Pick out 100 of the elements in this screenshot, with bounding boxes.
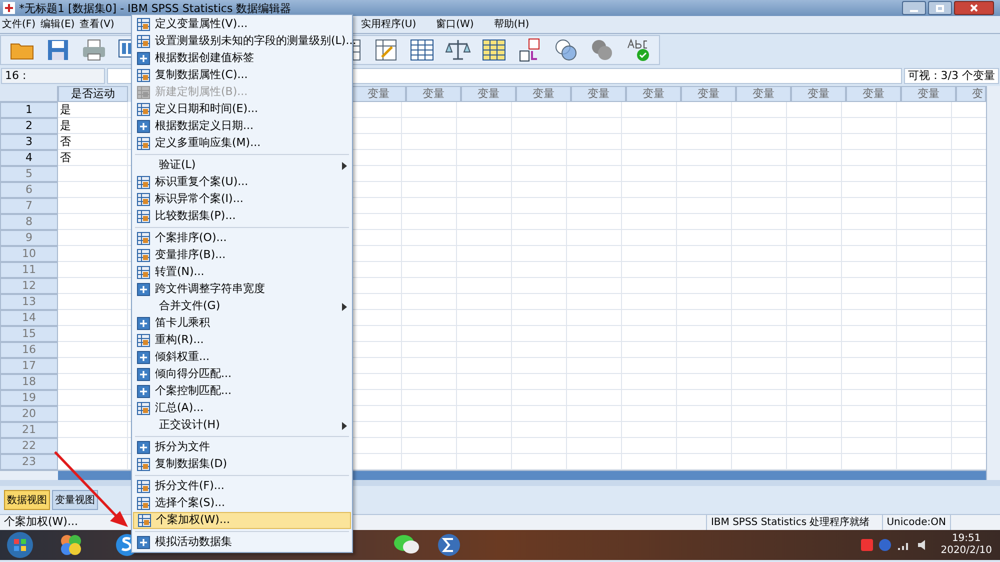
- column-header[interactable]: 变量: [351, 86, 406, 102]
- menu-option[interactable]: 个案控制匹配...: [133, 383, 351, 400]
- vertical-scrollbar[interactable]: [986, 86, 1000, 480]
- table-cell: [58, 438, 128, 454]
- view-tab[interactable]: 数据视图: [4, 490, 50, 510]
- menu-option[interactable]: 倾斜权重...: [133, 349, 351, 366]
- input-method-icon[interactable]: [860, 539, 873, 551]
- restore-button[interactable]: [928, 1, 952, 15]
- menu-option[interactable]: 复制数据属性(C)...: [133, 67, 351, 84]
- plus-icon: [137, 441, 150, 454]
- table-cell: [58, 198, 128, 214]
- table-icon: [137, 497, 150, 510]
- plus-icon: [137, 351, 150, 364]
- start-icon[interactable]: [6, 531, 34, 559]
- menu-option[interactable]: 倾向得分匹配...: [133, 366, 351, 383]
- menu-option[interactable]: 标识重复个案(U)...: [133, 174, 351, 191]
- menu-option[interactable]: 验证(L): [133, 157, 351, 174]
- menu-option[interactable]: 定义日期和时间(E)...: [133, 101, 351, 118]
- menu-option[interactable]: 选择个案(S)...: [133, 495, 351, 512]
- cell-reference: 16 :: [1, 68, 105, 84]
- close-button[interactable]: [954, 1, 994, 15]
- menu-option[interactable]: 个案加权(W)...: [133, 512, 351, 529]
- view-tab[interactable]: 变量视图: [52, 490, 98, 510]
- column-header[interactable]: 是否运动: [58, 86, 128, 102]
- menu-option[interactable]: 正交设计(H): [133, 417, 351, 434]
- row-number[interactable]: 1: [0, 102, 58, 118]
- row-number[interactable]: 3: [0, 134, 58, 150]
- table-icon: [137, 480, 150, 493]
- table-cell: [58, 214, 128, 230]
- table-cell: [58, 166, 128, 182]
- column-header[interactable]: 变量: [791, 86, 846, 102]
- table-icon: [137, 18, 150, 31]
- table-cell: 是: [58, 102, 128, 118]
- circles-icon[interactable]: [553, 37, 579, 63]
- column-header[interactable]: 变量: [626, 86, 681, 102]
- menu-option[interactable]: 汇总(A)...: [133, 400, 351, 417]
- table-cell: [58, 358, 128, 374]
- grid-icon[interactable]: [373, 37, 399, 63]
- table-icon: [137, 402, 150, 415]
- table-icon: [137, 249, 150, 262]
- table-cell: [58, 182, 128, 198]
- table-icon[interactable]: [409, 37, 435, 63]
- menu-option[interactable]: 根据数据创建值标签: [133, 50, 351, 67]
- table-icon: [137, 176, 150, 189]
- column-header[interactable]: 变量: [901, 86, 956, 102]
- menu-option[interactable]: 笛卡儿乘积: [133, 315, 351, 332]
- menu-option[interactable]: 根据数据定义日期...: [133, 118, 351, 135]
- menu-option[interactable]: 转置(N)...: [133, 264, 351, 281]
- menu-option[interactable]: 变量排序(B)...: [133, 247, 351, 264]
- save-icon[interactable]: [45, 37, 71, 63]
- menu-item[interactable]: 实用程序(U): [357, 17, 420, 32]
- column-header[interactable]: 变量: [461, 86, 516, 102]
- minimize-button[interactable]: [902, 1, 926, 15]
- menu-option[interactable]: 重构(R)...: [133, 332, 351, 349]
- row-number[interactable]: 4: [0, 150, 58, 166]
- scale-icon[interactable]: [445, 37, 471, 63]
- menu-option[interactable]: 合并文件(G): [133, 298, 351, 315]
- table-icon[interactable]: [481, 37, 507, 63]
- pinwheel-icon[interactable]: [58, 532, 84, 558]
- menu-item[interactable]: 编辑(E): [38, 17, 77, 32]
- table-cell: [58, 310, 128, 326]
- table-cell: [58, 294, 128, 310]
- table-cell: [58, 374, 128, 390]
- status-text: 个案加权(W)...: [3, 514, 79, 530]
- plus-icon: [137, 317, 150, 330]
- print-icon[interactable]: [81, 37, 107, 63]
- menu-option[interactable]: 标识异常个案(I)...: [133, 191, 351, 208]
- menu-item[interactable]: 查看(V): [78, 17, 116, 32]
- menu-option[interactable]: 拆分为文件: [133, 439, 351, 456]
- table-cell: [58, 342, 128, 358]
- plus-icon: [137, 283, 150, 296]
- menu-item[interactable]: 帮助(H): [490, 17, 534, 32]
- menu-option[interactable]: 拆分文件(F)...: [133, 478, 351, 495]
- column-header[interactable]: 变量: [681, 86, 736, 102]
- row-number[interactable]: 2: [0, 118, 58, 134]
- table-icon: [137, 266, 150, 279]
- column-header[interactable]: 变量: [406, 86, 461, 102]
- circles-icon[interactable]: [589, 37, 615, 63]
- menu-item[interactable]: 文件(F): [0, 17, 38, 32]
- table-icon: [137, 193, 150, 206]
- menu-option[interactable]: 模拟活动数据集: [133, 534, 351, 551]
- submenu-arrow-icon: [342, 422, 347, 430]
- menu-option[interactable]: 定义变量属性(V)...: [133, 16, 351, 33]
- column-header[interactable]: 变量: [516, 86, 571, 102]
- column-header[interactable]: 变: [956, 86, 986, 102]
- submenu-arrow-icon: [342, 302, 347, 310]
- table-icon: [138, 514, 151, 527]
- column-header[interactable]: 变量: [846, 86, 901, 102]
- column-header[interactable]: 变量: [736, 86, 791, 102]
- close-icon: [970, 4, 978, 12]
- menu-option[interactable]: 复制数据集(D): [133, 456, 351, 473]
- menu-option[interactable]: 比较数据集(P)...: [133, 208, 351, 225]
- spellcheck-icon[interactable]: [625, 37, 651, 63]
- menu-option[interactable]: 跨文件调整字符串宽度: [133, 281, 351, 298]
- clock-date: 2020/2/10: [940, 545, 992, 557]
- menu-option[interactable]: 定义多重响应集(M)...: [133, 135, 351, 152]
- menu-option[interactable]: 个案排序(O)...: [133, 230, 351, 247]
- menu-item[interactable]: 窗口(W): [432, 17, 478, 32]
- table-cell: [58, 422, 128, 438]
- column-header[interactable]: 变量: [571, 86, 626, 102]
